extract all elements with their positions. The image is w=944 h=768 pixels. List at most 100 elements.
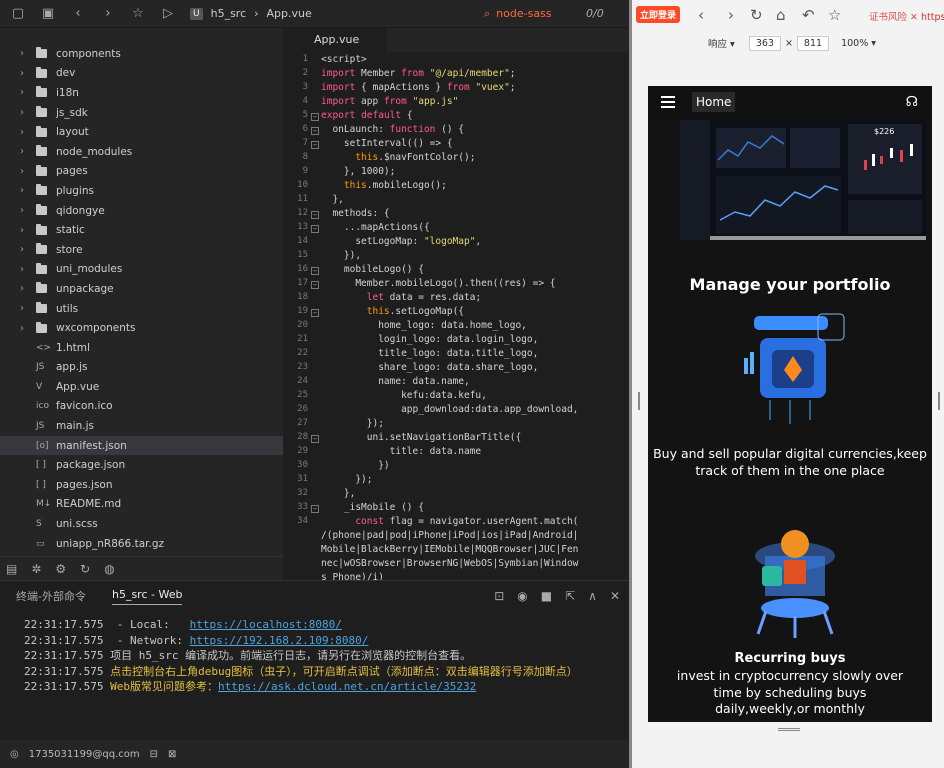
line-number[interactable]: 9 [286,166,308,176]
file-item[interactable]: ico favicon.ico [0,397,283,417]
folder-item[interactable]: › unpackage [0,279,283,299]
output-icon[interactable]: ⊠ [168,749,176,760]
file-item[interactable]: Suni.scss [0,514,283,534]
line-number[interactable]: 14 [286,236,308,246]
fold-toggle-icon[interactable]: − [311,435,319,443]
file-item[interactable]: V App.vue [0,377,283,397]
plugin-icon[interactable]: ◍ [104,562,114,576]
fold-toggle-icon[interactable]: − [311,113,319,121]
forward-arrow-icon[interactable]: › [96,2,120,26]
line-number[interactable]: 33 [286,502,308,512]
forward-icon[interactable]: › [728,6,734,24]
run-icon[interactable]: ▷ [156,2,180,26]
new-file-icon[interactable]: ▢ [6,2,30,26]
menu-icon[interactable] [661,96,675,111]
line-number[interactable]: 10 [286,180,308,190]
gear-icon[interactable]: ⚙ [55,562,66,576]
terminal-icon[interactable]: ⊟ [150,749,158,760]
breadcrumb-project[interactable]: h5_src [211,7,247,20]
responsive-select[interactable]: 响应 ▾ [708,36,735,50]
line-number[interactable]: 2 [286,68,308,78]
folder-item[interactable]: › plugins [0,181,283,201]
fold-toggle-icon[interactable]: − [311,281,319,289]
line-number[interactable]: 19 [286,306,308,316]
folder-item[interactable]: › wxcomponents [0,318,283,338]
folder-item[interactable]: › js_sdk [0,103,283,123]
zoom-select[interactable]: 100% ▾ [841,38,876,49]
tab-h5-web[interactable]: h5_src - Web [111,588,183,605]
home-tab[interactable]: Home [692,92,736,112]
line-number[interactable]: 17 [286,278,308,288]
fold-toggle-icon[interactable]: − [311,225,319,233]
line-number[interactable]: 13 [286,222,308,232]
folder-item[interactable]: › dev [0,64,283,84]
fold-toggle-icon[interactable]: − [311,267,319,275]
folder-item[interactable]: › node_modules [0,142,283,162]
fold-toggle-icon[interactable]: − [311,211,319,219]
line-number[interactable]: 30 [286,460,308,470]
stop-icon[interactable]: ■ [541,589,552,603]
refresh-icon[interactable]: ↻ [750,6,763,24]
line-number[interactable]: 16 [286,264,308,274]
file-item[interactable]: JS main.js [0,416,283,436]
terminal-link[interactable]: https://ask.dcloud.net.cn/article/35232 [218,680,476,693]
export-icon[interactable]: ⇱ [565,589,575,603]
line-number[interactable]: 25 [286,390,308,400]
line-number[interactable]: 32 [286,488,308,498]
line-number[interactable]: 26 [286,404,308,414]
height-input[interactable]: 811 [796,35,830,51]
bookmark-icon[interactable]: ☆ [828,6,841,24]
folder-item[interactable]: › layout [0,122,283,142]
file-item[interactable]: JS app.js [0,358,283,378]
width-input[interactable]: 363 [748,35,781,51]
fold-toggle-icon[interactable]: − [311,127,319,135]
line-number[interactable]: 23 [286,362,308,372]
drag-handle[interactable] [778,728,800,731]
fold-toggle-icon[interactable]: − [311,309,319,317]
debug-icon[interactable]: ◉ [517,589,527,603]
line-number[interactable]: 7 [286,138,308,148]
line-number[interactable]: 8 [286,152,308,162]
save-icon[interactable]: ▣ [36,2,60,26]
line-number[interactable]: 18 [286,292,308,302]
code-editor[interactable]: App.vue 1 <script> 2 import Member from "@/… [286,28,631,584]
line-number[interactable]: 6 [286,124,308,134]
back-arrow-icon[interactable]: ‹ [66,2,90,26]
undo-icon[interactable]: ↶ [802,6,815,24]
fold-toggle-icon[interactable]: − [311,505,319,513]
sync-icon[interactable]: ↻ [80,562,90,576]
line-number[interactable]: 22 [286,348,308,358]
file-item[interactable]: ▭ uniapp_nR866.tar.gz [0,534,283,554]
folder-item[interactable]: › qidongye [0,201,283,221]
breadcrumb-file[interactable]: App.vue [267,7,312,20]
resize-handle-right[interactable] [938,392,940,410]
user-account[interactable]: 1735031199@qq.com [29,749,140,760]
line-number[interactable]: 1 [286,54,308,64]
folder-item[interactable]: › pages [0,162,283,182]
star-icon[interactable]: ☆ [126,2,150,26]
folder-item[interactable]: › i18n [0,83,283,103]
file-item[interactable]: <> 1.html [0,338,283,358]
clear-icon[interactable]: ✕ [610,589,620,603]
line-number[interactable]: 5 [286,110,308,120]
line-number[interactable]: 29 [286,446,308,456]
login-button[interactable]: 立即登录 [636,6,681,23]
line-number[interactable]: 11 [286,194,308,204]
lock-icon[interactable]: ⊡ [494,589,504,603]
line-number[interactable]: 12 [286,208,308,218]
file-item[interactable]: [ ] package.json [0,455,283,475]
support-icon[interactable]: ☊ [906,94,918,110]
back-icon[interactable]: ‹ [698,6,704,24]
file-item[interactable]: M↓ README.md [0,495,283,515]
line-number[interactable]: 34 [286,516,308,526]
terminal-link[interactable]: https://localhost:8080/ [190,618,342,631]
fold-toggle-icon[interactable]: − [311,141,319,149]
folder-item[interactable]: › utils [0,299,283,319]
line-number[interactable]: 3 [286,82,308,92]
home-icon[interactable]: ⌂ [776,6,786,24]
collapse-icon[interactable]: ∧ [588,589,597,603]
folder-item[interactable]: › uni_modules [0,260,283,280]
line-number[interactable]: 21 [286,334,308,344]
node-sass-indicator[interactable]: ⌕ node-sass [484,7,552,21]
line-number[interactable]: 27 [286,418,308,428]
